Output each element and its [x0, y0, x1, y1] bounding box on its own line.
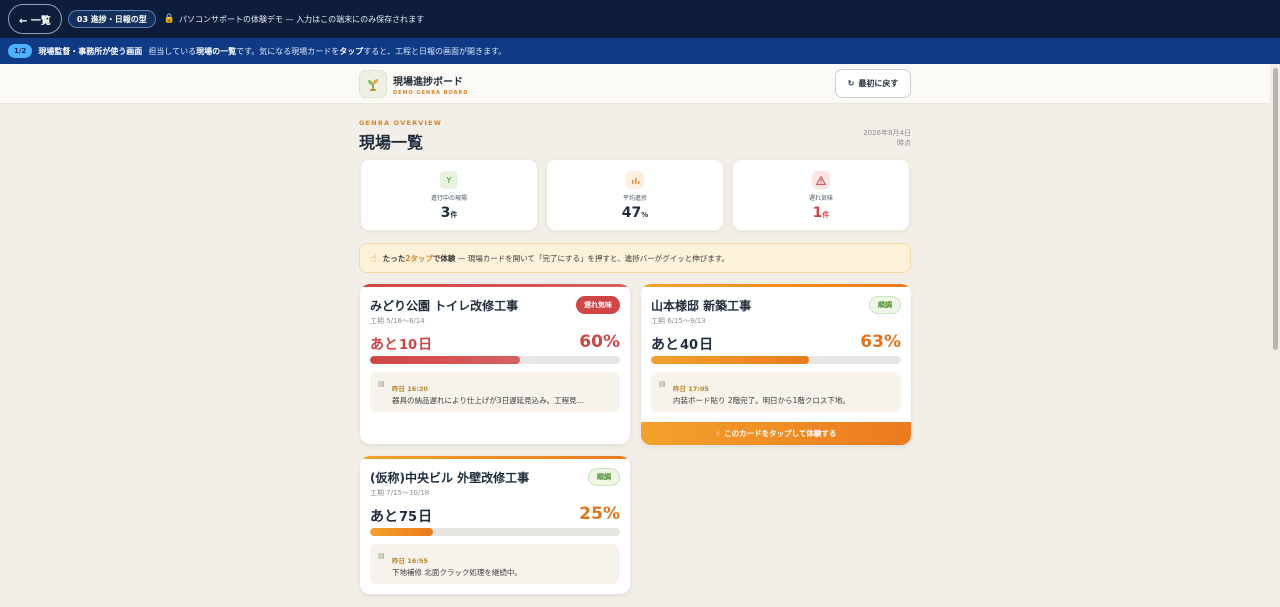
remaining-days: あと 75 日	[370, 509, 433, 525]
stat-value: 1件	[812, 205, 830, 221]
sprout-logo-icon	[359, 70, 387, 98]
warning-icon	[812, 171, 830, 189]
progress-fill	[370, 356, 520, 364]
site-name: みどり公園 トイレ改修工事	[370, 299, 519, 313]
stat-label: 遅れ気味	[808, 195, 833, 202]
progress-track	[370, 528, 620, 536]
overview-eyebrow: GENBA OVERVIEW	[359, 119, 443, 127]
sprout-stat-icon: Y	[440, 171, 458, 189]
progress-fill	[651, 356, 809, 364]
site-name: (仮称)中央ビル 外壁改修工事	[370, 471, 530, 485]
progress-percent: 25%	[579, 504, 620, 524]
site-period: 工期 6/15〜9/13	[651, 317, 706, 325]
report-time: 昨日 17:05	[673, 385, 709, 393]
tip-banner: ☝ たった2タップで体験 — 現場カードを開いて「完了にする」を押すと、進捗バー…	[359, 243, 911, 273]
report-time: 昨日 16:55	[392, 557, 428, 565]
tip-text: たった2タップで体験 — 現場カードを開いて「完了にする」を押すと、進捗バーがグ…	[382, 253, 729, 263]
status-badge: 遅れ気味	[576, 296, 620, 314]
remaining-days: あと 40 日	[651, 337, 714, 353]
card-accent-line	[641, 284, 911, 287]
step-badge: 1/2	[8, 44, 33, 58]
card-accent-line	[360, 284, 630, 287]
site-name: 山本様邸 新築工事	[651, 299, 752, 313]
card-accent-line	[360, 456, 630, 459]
stat-delayed: 遅れ気味 1件	[732, 159, 910, 231]
report-time: 昨日 16:20	[392, 385, 428, 393]
stat-label: 進行中の現場	[430, 195, 467, 202]
guide-role: 現場監督・事務所が使う画面	[38, 46, 143, 56]
document-icon: ▤	[378, 552, 385, 560]
demo-note-text: パソコンサポートの体験デモ — 入力はこの端末にのみ保存されます	[179, 14, 425, 24]
progress-percent: 60%	[579, 332, 620, 352]
site-period: 工期 7/15〜10/18	[370, 489, 430, 497]
report-text: 器具の納品遅れにより仕上げが3日遅延見込み。工程見…	[392, 396, 585, 405]
cta-label: このカードをタップして体験する	[724, 429, 837, 438]
page-title: 現場一覧	[359, 133, 424, 152]
stat-value: 3件	[440, 205, 458, 221]
status-badge: 順調	[869, 296, 901, 314]
try-this-card-button[interactable]: ☝ このカードをタップして体験する	[641, 422, 911, 445]
brand: 現場進捗ボード DEMO GENBA BOARD	[359, 70, 468, 98]
daily-report: ▤ 昨日 16:20 器具の納品遅れにより仕上げが3日遅延見込み。工程見…	[370, 372, 620, 412]
scrollbar-thumb[interactable]	[1273, 68, 1278, 350]
demo-note: 🔒 パソコンサポートの体験デモ — 入力はこの端末にのみ保存されます	[164, 14, 424, 25]
daily-report: ▤ 昨日 16:55 下地補修 北面クラック処理を継続中。	[370, 544, 620, 584]
lock-icon: 🔒	[163, 14, 176, 24]
progress-track	[651, 356, 901, 364]
reset-icon: ↻	[847, 79, 855, 88]
stat-label: 平均進捗	[622, 195, 647, 202]
guide-bar: 1/2 現場監督・事務所が使う画面 担当している現場の一覧です。気になる現場カー…	[0, 38, 1280, 64]
site-card[interactable]: みどり公園 トイレ改修工事 工期 5/16〜8/14 遅れ気味 あと 10 日 60…	[360, 284, 630, 444]
guide-text: 担当している現場の一覧です。気になる現場カードをタップすると、工程と日報の画面が…	[148, 46, 507, 56]
stat-active-sites: Y 進行中の現場 3件	[360, 159, 538, 231]
back-to-list-button[interactable]: ← 一覧	[8, 4, 62, 34]
reset-button[interactable]: ↻ 最初に戻す	[835, 69, 911, 98]
pointing-hand-icon: ☝	[715, 429, 721, 438]
as-of-date: 2026年8月4日 時点	[863, 129, 911, 147]
report-text: 下地補修 北面クラック処理を継続中。	[392, 568, 522, 577]
brand-subtitle: DEMO GENBA BOARD	[393, 89, 469, 96]
app-header: 現場進捗ボード DEMO GENBA BOARD ↻ 最初に戻す	[0, 64, 1270, 104]
brand-title: 現場進捗ボード	[393, 76, 463, 88]
remaining-days: あと 10 日	[370, 337, 433, 353]
stat-average-progress: 平均進捗 47%	[546, 159, 724, 231]
pointing-hand-icon: ☝	[370, 251, 377, 265]
document-icon: ▤	[659, 380, 666, 388]
status-badge: 順調	[588, 468, 620, 486]
reset-label: 最初に戻す	[858, 79, 899, 88]
site-card[interactable]: 山本様邸 新築工事 工期 6/15〜9/13 順調 あと 40 日 63% ▤ 昨日…	[641, 284, 911, 445]
daily-report: ▤ 昨日 17:05 内装ボード貼り 2階完了。明日から1階クロス下地。	[651, 372, 901, 412]
progress-percent: 63%	[860, 332, 901, 352]
chapter-pill: 03 進捗・日報の型	[67, 10, 156, 28]
document-icon: ▤	[378, 380, 385, 388]
report-text: 内装ボード貼り 2階完了。明日から1階クロス下地。	[673, 396, 850, 405]
bar-chart-icon	[626, 171, 644, 189]
top-bar: ← 一覧 03 進捗・日報の型 🔒 パソコンサポートの体験デモ — 入力はこの端…	[0, 0, 1280, 38]
stat-value: 47%	[621, 205, 649, 221]
progress-fill	[370, 528, 433, 536]
site-period: 工期 5/16〜8/14	[370, 317, 425, 325]
progress-track	[370, 356, 620, 364]
site-card[interactable]: (仮称)中央ビル 外壁改修工事 工期 7/15〜10/18 順調 あと 75 日 2…	[360, 456, 630, 594]
